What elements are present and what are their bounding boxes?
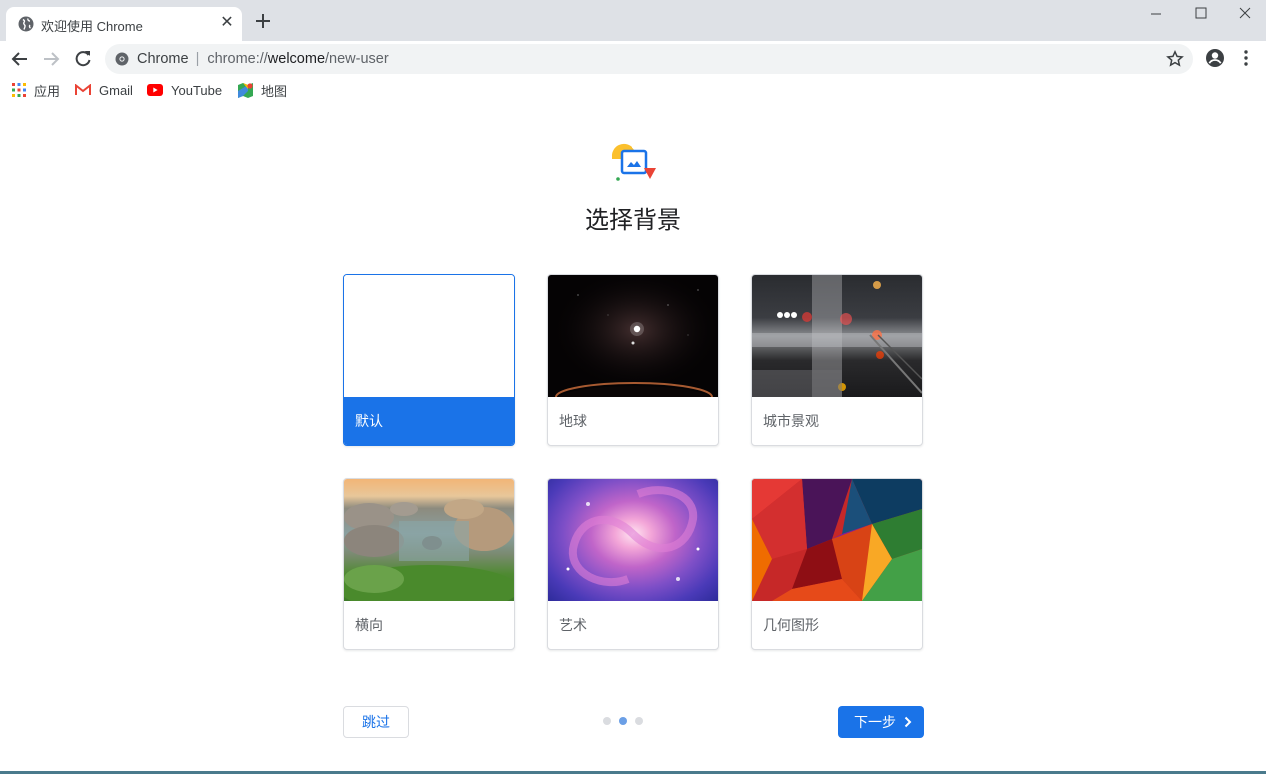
gmail-icon [75, 84, 91, 95]
globe-icon [18, 16, 34, 32]
bookmark-label: YouTube [171, 82, 223, 98]
close-tab-icon[interactable]: ✕ [218, 14, 236, 32]
step-indicator [603, 717, 647, 727]
background-option-label: 横向 [355, 617, 383, 633]
browser-tab-welcome[interactable]: 欢迎使用 Chrome ✕ [6, 7, 242, 41]
window-close-button[interactable] [1230, 4, 1260, 24]
bookmarks-bar: 应用 Gmail YouTube 地图 [0, 77, 1266, 103]
background-option-label: 地球 [559, 413, 587, 429]
background-option-cityscape[interactable]: 城市景观 [751, 274, 923, 446]
reload-icon [75, 51, 91, 67]
background-option-default[interactable]: 默认 [343, 274, 515, 446]
chevron-right-icon [904, 716, 912, 728]
background-preview-art [548, 479, 718, 601]
youtube-icon [147, 84, 163, 96]
bookmark-gmail[interactable]: Gmail [75, 81, 133, 99]
maximize-button[interactable] [1186, 4, 1216, 24]
profile-button[interactable] [1205, 48, 1225, 68]
chrome-page-icon [115, 52, 129, 66]
background-image-icon [611, 143, 656, 181]
bookmark-maps[interactable]: 地图 [238, 81, 287, 99]
bookmark-youtube[interactable]: YouTube [147, 81, 222, 99]
background-preview-geometric [752, 479, 922, 601]
back-button[interactable] [8, 47, 32, 71]
bookmark-apps[interactable]: 应用 [12, 81, 60, 99]
background-option-label: 城市景观 [763, 413, 819, 429]
bookmark-label: 应用 [34, 83, 61, 99]
welcome-page: 选择背景 默认 地球 城市景观 横向 艺术 几何图形 跳过 下一步 [0, 103, 1266, 771]
tab-title: 欢迎使用 Chrome [41, 19, 143, 34]
maps-icon [238, 82, 253, 98]
arrow-right-icon [44, 52, 60, 66]
bookmark-label: Gmail [99, 82, 133, 98]
background-preview-earth [548, 275, 718, 397]
background-preview-cityscape [752, 275, 922, 397]
background-option-label: 艺术 [559, 617, 587, 633]
url-host: welcome [267, 51, 326, 67]
background-option-label: 默认 [344, 397, 514, 445]
next-button[interactable]: 下一步 [838, 706, 924, 738]
skip-button[interactable]: 跳过 [343, 706, 409, 738]
forward-button[interactable] [39, 47, 63, 71]
address-bar[interactable]: Chrome | chrome://welcome/new-user [105, 44, 1193, 74]
browser-titlebar: 欢迎使用 Chrome ✕ [0, 0, 1266, 41]
step-dot-1[interactable] [603, 717, 611, 725]
background-option-art[interactable]: 艺术 [547, 478, 719, 650]
step-dot-3[interactable] [635, 717, 643, 725]
background-option-label: 几何图形 [763, 617, 819, 633]
minimize-button[interactable] [1141, 4, 1171, 24]
browser-toolbar: Chrome | chrome://welcome/new-user [0, 41, 1266, 77]
reload-button[interactable] [71, 47, 95, 71]
chrome-menu-button[interactable] [1238, 48, 1254, 68]
next-button-label: 下一步 [854, 714, 896, 730]
apps-grid-icon [12, 83, 26, 97]
url-scheme: chrome:// [207, 51, 268, 67]
page-title: 选择背景 [585, 207, 681, 234]
origin-chip: Chrome [137, 51, 189, 67]
background-preview-landscape [344, 479, 514, 601]
arrow-left-icon [11, 52, 27, 66]
new-tab-button[interactable] [253, 12, 273, 32]
background-option-earth[interactable]: 地球 [547, 274, 719, 446]
background-option-geometric[interactable]: 几何图形 [751, 478, 923, 650]
omnibox-separator: | [195, 51, 200, 67]
background-option-landscape[interactable]: 横向 [343, 478, 515, 650]
maximize-icon [1195, 7, 1207, 19]
url-text[interactable]: Chrome | chrome://welcome/new-user [137, 51, 389, 67]
account-icon [1206, 49, 1224, 67]
plus-icon [256, 14, 270, 28]
step-dot-2-active[interactable] [619, 717, 627, 725]
more-vert-icon [1244, 50, 1248, 66]
close-icon [1239, 7, 1251, 19]
url-path: /new-user [325, 51, 389, 67]
bookmark-label: 地图 [261, 83, 288, 99]
star-icon[interactable] [1166, 50, 1184, 68]
minimize-icon [1151, 13, 1161, 15]
background-preview-default [344, 275, 514, 397]
